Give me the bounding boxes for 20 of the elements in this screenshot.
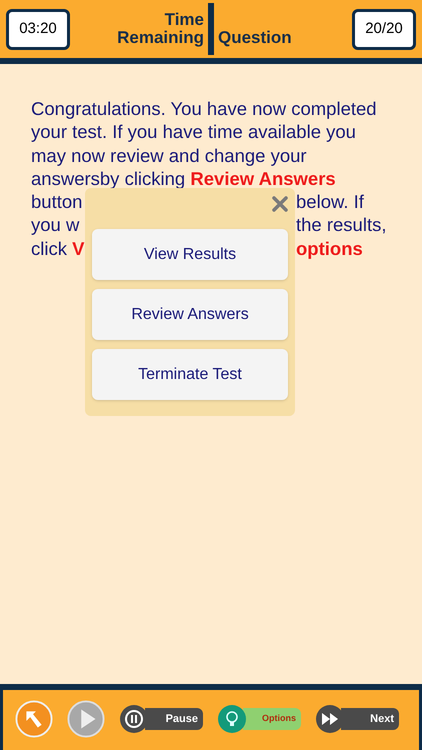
- paragraph-text: answersby clicking Review Answers: [31, 166, 336, 190]
- time-remaining-label: Time Remaining: [116, 9, 204, 49]
- dialog-button[interactable]: Review Answers: [92, 289, 288, 340]
- lightbulb-icon: [217, 704, 247, 734]
- paragraph-text: Congratulations. You have now completed: [31, 97, 377, 120]
- paragraph-text: button: [31, 190, 82, 214]
- paragraph-text: options: [296, 236, 363, 260]
- paragraph-text: may now review and change your: [31, 144, 307, 167]
- paragraph-text: below. If: [296, 190, 364, 214]
- question-counter: 20/20: [352, 8, 416, 50]
- dialog-button[interactable]: Terminate Test: [92, 349, 288, 400]
- timer-display: 03:20: [6, 8, 70, 50]
- paragraph-text: the results,: [296, 213, 386, 237]
- question-label: Question: [218, 27, 293, 49]
- close-icon[interactable]: [272, 196, 288, 212]
- paragraph-text: click V: [31, 236, 84, 260]
- play-icon[interactable]: [67, 700, 105, 738]
- paragraph-text: you w: [31, 213, 80, 237]
- dialog-button[interactable]: View Results: [92, 229, 288, 280]
- paragraph-text: your test. If you have time available you: [31, 120, 356, 144]
